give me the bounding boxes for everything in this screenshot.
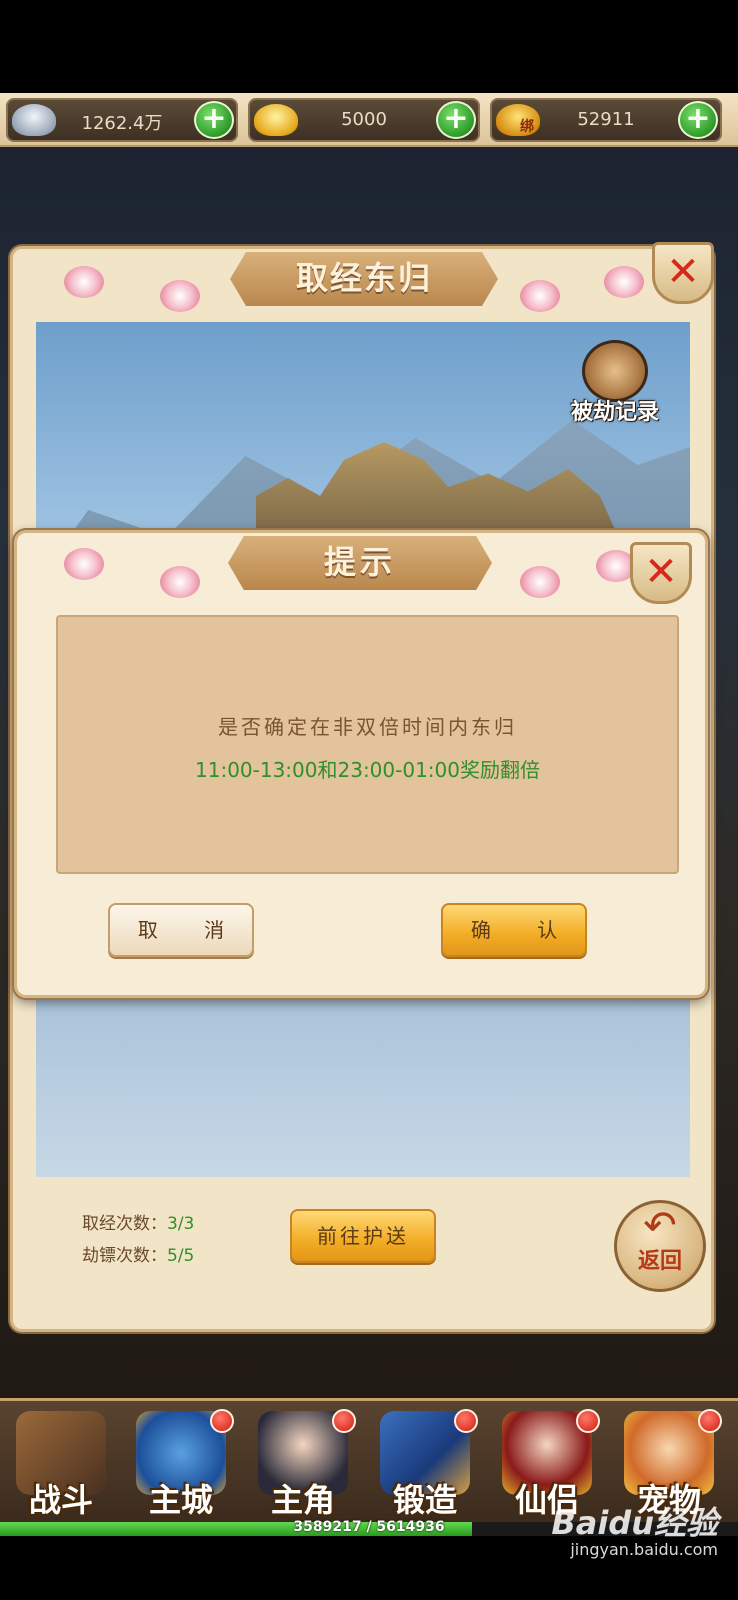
watermark: Baidu经验 jingyan.baidu.com [551, 1498, 718, 1559]
cancel-button[interactable]: 取 消 [108, 903, 254, 957]
notification-dot [332, 1409, 356, 1433]
panel-title: 取经东归 [230, 252, 498, 306]
currency-bound-gold: 绑 52911 + [490, 98, 722, 142]
silver-ingot-icon [12, 104, 56, 136]
nav-item-city[interactable]: 主城 [122, 1401, 240, 1531]
confirm-button[interactable]: 确 认 [441, 903, 587, 957]
go-escort-button[interactable]: 前往护送 [290, 1209, 436, 1263]
nav-label: 主城 [148, 1481, 213, 1519]
notification-dot [454, 1409, 478, 1433]
notification-dot [576, 1409, 600, 1433]
robbery-count: 劫镖次数：5/5 [82, 1240, 194, 1272]
robbery-count-label: 劫镖次数： [82, 1246, 167, 1266]
dialog-message-box: 是否确定在非双倍时间内东归 11:00-13:00和23:00-01:00奖励翻… [56, 615, 679, 874]
gold-amount: 5000 [341, 109, 387, 130]
close-icon: ✕ [644, 549, 678, 595]
nav-item-battle[interactable]: 战斗 [2, 1401, 120, 1531]
currency-bar: 1262.4万 + 5000 + 绑 52911 + [0, 93, 738, 147]
watermark-logo: Baidu经验 [551, 1504, 718, 1542]
nav-item-hero[interactable]: 主角 [244, 1401, 362, 1531]
robbery-record-button[interactable]: 被劫记录 [560, 340, 670, 430]
bound-tag: 绑 [520, 119, 534, 135]
watermark-url: jingyan.baidu.com [570, 1540, 718, 1559]
nav-item-forge[interactable]: 锻造 [366, 1401, 484, 1531]
notification-dot [210, 1409, 234, 1433]
scripture-count-label: 取经次数： [82, 1214, 167, 1234]
dialog-close-button[interactable]: ✕ [630, 542, 692, 604]
nav-label: 锻造 [392, 1481, 457, 1519]
scroll-icon [582, 340, 648, 402]
panel-close-button[interactable]: ✕ [652, 242, 714, 304]
gold-ingot-icon [254, 104, 298, 136]
blossom-decoration [64, 266, 104, 298]
currency-silver: 1262.4万 + [6, 98, 238, 142]
blossom-decoration [520, 566, 560, 598]
dialog-title: 提示 [228, 536, 492, 590]
bound-gold-icon: 绑 [496, 104, 540, 136]
back-label: 返回 [637, 1249, 682, 1274]
close-icon: ✕ [666, 249, 700, 295]
nav-label: 战斗 [28, 1481, 93, 1519]
dialog-reward-hint: 11:00-13:00和23:00-01:00奖励翻倍 [195, 758, 540, 782]
robbery-record-label: 被劫记录 [570, 400, 659, 425]
back-button[interactable]: ↶ 返回 [614, 1200, 706, 1292]
nav-label: 主角 [270, 1481, 335, 1519]
blossom-decoration [604, 266, 644, 298]
currency-gold: 5000 + [248, 98, 480, 142]
blossom-decoration [160, 280, 200, 312]
silver-amount: 1262.4万 [81, 113, 163, 134]
blossom-decoration [64, 548, 104, 580]
notification-dot [698, 1409, 722, 1433]
bound-gold-amount: 52911 [577, 109, 635, 130]
scripture-count-value: 3/3 [167, 1214, 195, 1234]
blossom-decoration [160, 566, 200, 598]
add-gold-button[interactable]: + [436, 101, 476, 139]
robbery-count-value: 5/5 [167, 1246, 195, 1266]
escort-stats: 取经次数：3/3 劫镖次数：5/5 [82, 1208, 194, 1272]
blossom-decoration [520, 280, 560, 312]
add-silver-button[interactable]: + [194, 101, 234, 139]
dialog-message: 是否确定在非双倍时间内东归 [218, 715, 517, 739]
scripture-count: 取经次数：3/3 [82, 1208, 194, 1240]
add-bound-gold-button[interactable]: + [678, 101, 718, 139]
